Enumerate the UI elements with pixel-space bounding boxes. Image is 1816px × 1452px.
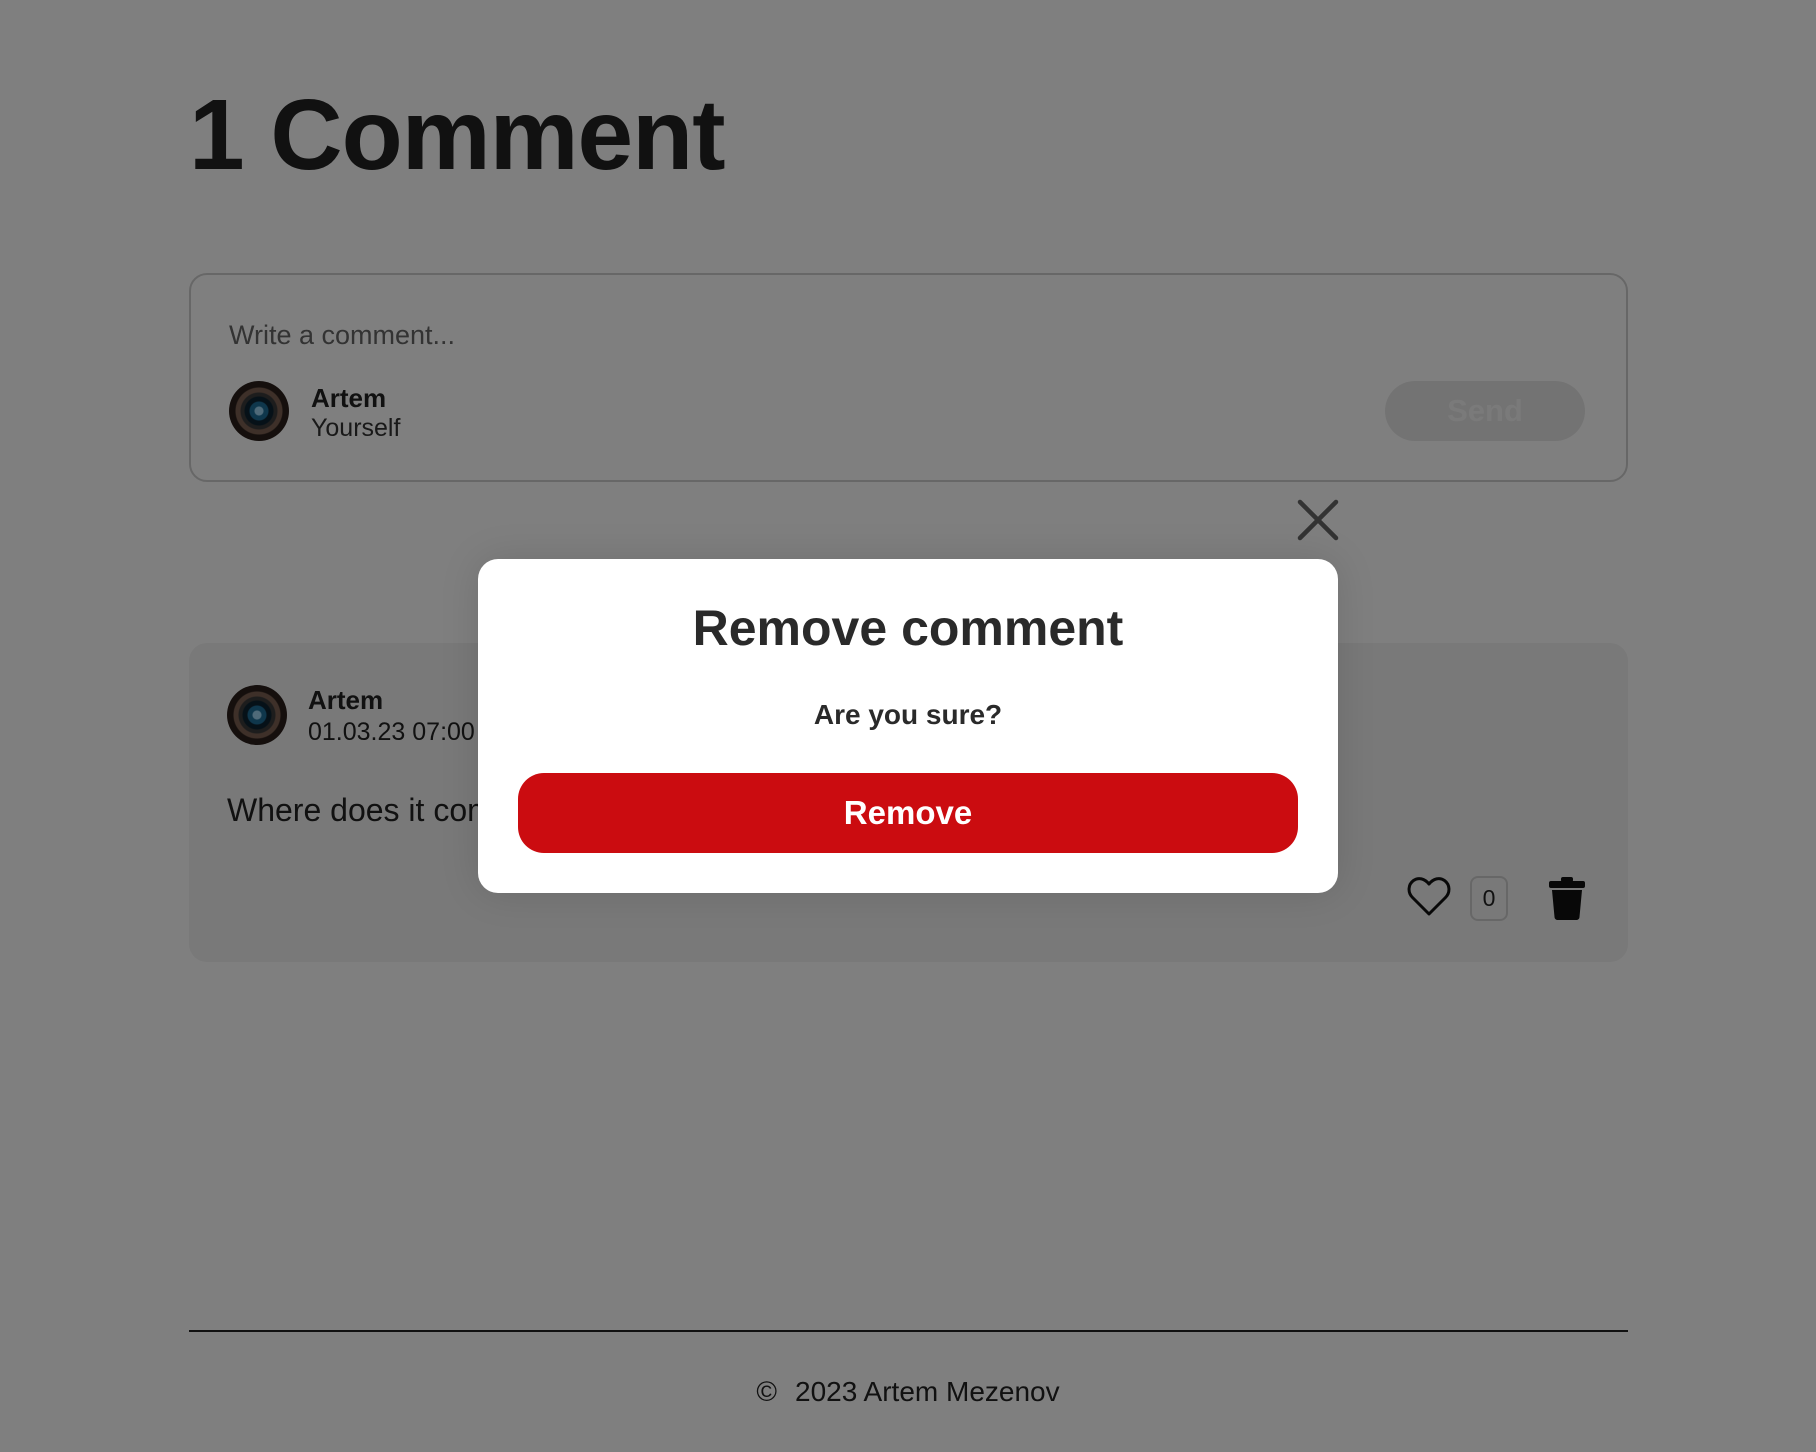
dialog-subtitle: Are you sure? [813, 699, 1003, 730]
remove-button[interactable]: Remove [518, 773, 1298, 853]
dialog-title: Remove comment [692, 600, 1124, 656]
close-icon[interactable] [1296, 498, 1340, 542]
remove-comment-dialog: Remove comment Are you sure? Remove [478, 559, 1338, 893]
